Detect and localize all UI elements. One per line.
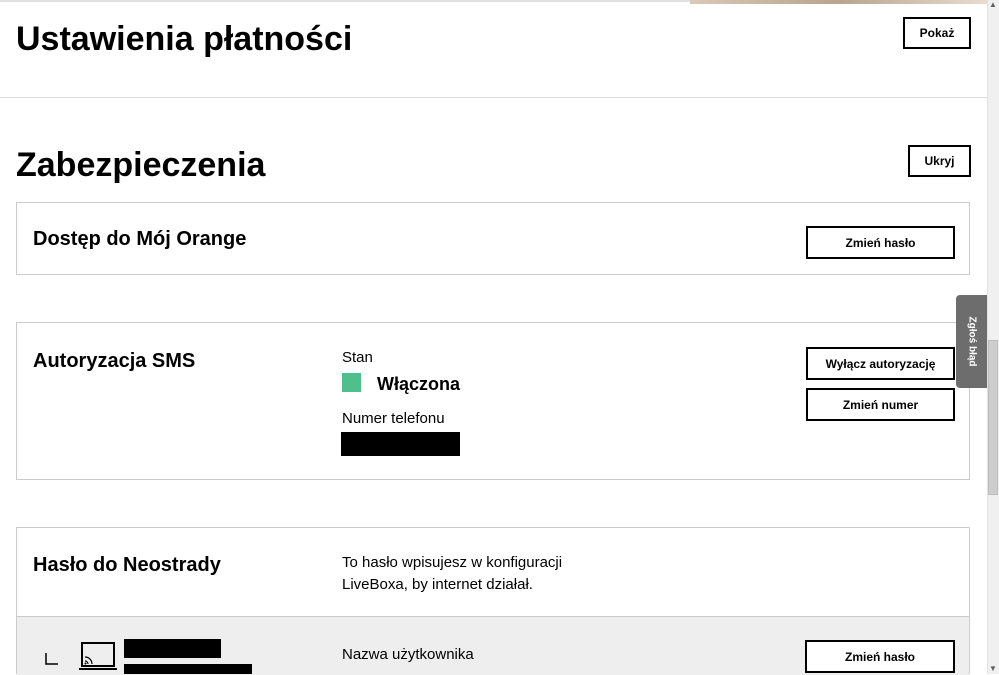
redacted-phone-number xyxy=(341,432,460,456)
my-orange-access-card: Dostęp do Mój Orange Zmień hasło xyxy=(16,202,970,275)
show-payment-button[interactable]: Pokaż xyxy=(903,17,971,49)
scroll-down-arrow-icon[interactable]: ▼ xyxy=(988,664,998,674)
hide-security-button[interactable]: Ukryj xyxy=(908,145,971,177)
header-image-fragment xyxy=(690,0,987,4)
change-number-button[interactable]: Zmień numer xyxy=(806,388,955,421)
scroll-up-arrow-icon[interactable]: ▲ xyxy=(988,0,998,10)
disable-authorization-button[interactable]: Wyłącz autoryzację xyxy=(806,347,955,380)
change-password-button[interactable]: Zmień hasło xyxy=(806,226,955,259)
sms-authorization-card: Autoryzacja SMS Wyłącz autoryzację Zmień… xyxy=(16,322,970,480)
tree-branch-icon xyxy=(45,653,58,665)
status-indicator xyxy=(342,373,361,392)
laptop-cast-icon xyxy=(79,642,117,670)
redacted-device-id xyxy=(124,664,252,674)
section-divider xyxy=(0,97,987,98)
my-orange-access-title: Dostęp do Mój Orange xyxy=(33,228,247,250)
report-bug-label: Zgłoś błąd xyxy=(966,316,977,367)
sms-authorization-title: Autoryzacja SMS xyxy=(33,350,196,372)
security-title: Zabezpieczenia xyxy=(16,146,266,184)
neostrada-description-line2: LiveBoxa, by internet działał. xyxy=(342,576,533,593)
neostrada-description-line1: To hasło wpisujesz w konfiguracji xyxy=(342,554,563,571)
neostrada-change-password-button[interactable]: Zmień hasło xyxy=(805,640,955,673)
redacted-device-name xyxy=(124,639,221,658)
status-value: Włączona xyxy=(377,374,461,394)
report-bug-tab[interactable]: Zgłoś błąd xyxy=(956,295,987,388)
scrollbar-thumb[interactable] xyxy=(988,340,998,495)
neostrada-password-title: Hasło do Neostrady xyxy=(33,554,221,576)
username-label: Nazwa użytkownika xyxy=(342,646,474,663)
scrollbar-track[interactable] xyxy=(987,0,999,674)
state-label: Stan xyxy=(342,349,373,366)
phone-number-label: Numer telefonu xyxy=(342,410,445,427)
payment-settings-title: Ustawienia płatności xyxy=(16,20,353,58)
